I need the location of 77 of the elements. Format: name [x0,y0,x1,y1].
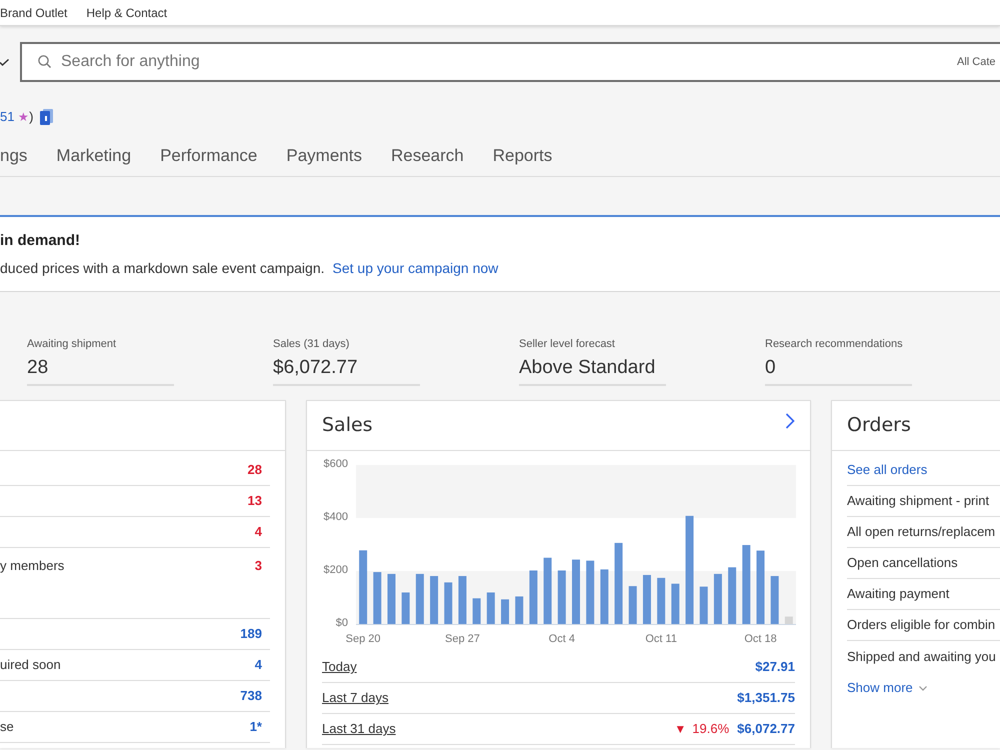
stat-value: 0 [765,356,776,379]
axis-label: $200 [324,564,348,576]
change-percent: 19.6% [692,720,730,738]
row-label[interactable]: se [0,717,14,737]
nav-tab[interactable]: Reports [492,142,552,168]
trend-arrow: ▼ [674,721,686,738]
period-link[interactable]: Last 31 days [322,719,396,739]
header-link[interactable]: Brand Outlet [0,4,68,22]
chart-bar [728,567,736,624]
row-count[interactable]: 1* [250,717,262,737]
category-dropdown[interactable]: All Cate [941,42,1000,82]
sales-amount: $27.91 [755,658,795,676]
order-filter-link[interactable]: Awaiting payment [847,584,950,604]
order-filter-link[interactable]: Open cancellations [847,553,958,573]
sales-amount: $1,351.75 [737,689,795,708]
stat-value: Above Standard [519,356,656,379]
stat-label: Research recommendations [765,337,903,351]
stat-label: Sales (31 days) [273,337,350,351]
search-icon [38,55,51,68]
chart-bar [700,586,708,624]
sales-amount: $6,072.77 [737,720,795,738]
order-filter-link[interactable]: All open returns/replacem [847,522,996,542]
check-icon[interactable] [0,58,9,66]
panel-title: Sales [322,413,373,438]
header-link[interactable]: Help & Contact [86,4,168,22]
feedback-score[interactable]: 51 ★) [0,107,34,127]
stat-label: Seller level forecast [519,337,615,351]
axis-label: $0 [336,616,348,629]
nav-tab[interactable]: Research [390,142,464,168]
nav-tab[interactable]: Marketing [56,142,132,168]
row-count[interactable]: 4 [254,522,262,542]
row-count[interactable]: 738 [240,686,262,706]
see-all-link[interactable]: See all orders [847,460,928,480]
stat-value: 28 [27,356,48,379]
chart-bar [770,576,779,624]
row-count[interactable]: 189 [240,624,262,644]
campaign-link[interactable]: Set up your campaign now [332,260,498,277]
axis-label: Sep 27 [445,632,480,645]
banner-title: in demand! [0,232,80,250]
chevron-right-icon[interactable] [785,412,795,428]
nav-tab[interactable]: ngs [0,142,28,168]
order-filter-link[interactable]: Shipped and awaiting you [847,646,996,666]
stat-label: Awaiting shipment [27,337,116,351]
row-label[interactable]: y members [0,556,64,576]
book-icon [40,109,54,125]
nav-tab[interactable]: Payments [286,142,362,168]
search-field[interactable]: Search for anything [20,42,941,82]
axis-label: Oct 4 [548,632,575,645]
chart-bar [402,592,410,624]
order-filter-link[interactable]: Orders eligible for combin [847,615,996,635]
chart-bar [430,576,438,624]
panel-title: Orders [847,413,911,438]
row-count[interactable]: 28 [248,460,262,480]
period-link[interactable]: Today [322,657,357,677]
row-count[interactable]: 3 [254,556,262,576]
chart-bar [572,560,580,624]
row-count[interactable]: 13 [248,491,262,511]
chart-bar [544,558,552,624]
axis-label: $400 [324,510,348,523]
row-label[interactable]: uired soon [0,655,61,675]
stat-value: $6,072.77 [273,356,358,379]
row-count[interactable]: 4 [254,655,262,675]
chevron-down-icon [918,686,927,691]
chart-bar [657,578,666,624]
banner-message: duced prices with a markdown sale event campaign. [0,260,325,277]
axis-label: $600 [324,458,348,470]
chart-bar [586,560,594,624]
nav-tab[interactable]: Performance [160,142,258,168]
axis-label: Sep 20 [346,632,381,645]
chart-bar [515,596,524,624]
show-more-link[interactable]: Show more [847,678,913,698]
chart-bar [472,598,481,624]
order-filter-link[interactable]: Awaiting shipment - print [847,491,990,511]
axis-label: Oct 11 [645,632,677,645]
period-link[interactable]: Last 7 days [322,688,388,708]
chart-bar [501,599,510,624]
axis-label: Oct 18 [744,632,777,645]
